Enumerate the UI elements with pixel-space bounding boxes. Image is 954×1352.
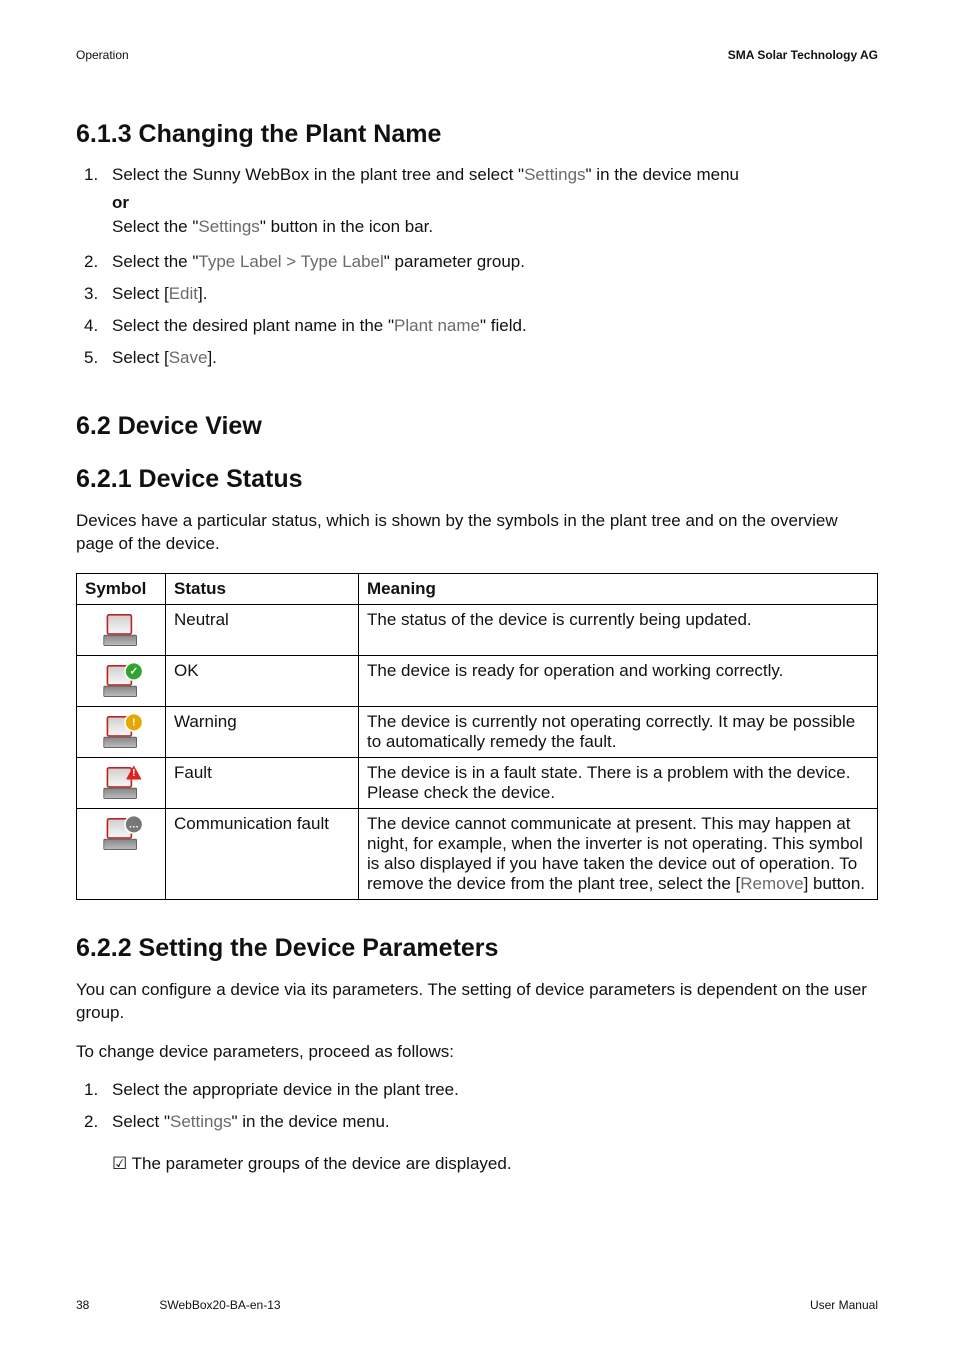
ui-save: Save [169,348,208,367]
step-1-alt: Select the "Settings" button in the icon… [112,215,878,239]
meaning-neutral: The status of the device is currently be… [359,605,878,656]
heading-6-2-2: 6.2.2 Setting the Device Parameters [76,934,878,963]
intro1-6-2-2: You can configure a device via its param… [76,979,878,1025]
step-5-text-b: ]. [207,348,216,367]
page-footer: 38 SWebBox20-BA-en-13 User Manual [76,1274,878,1312]
step-3-text-b: ]. [198,284,207,303]
device-comm-fault-icon: … [103,818,138,850]
step-2-622-a: Select " [112,1112,170,1131]
meaning-warning: The device is currently not operating co… [359,707,878,758]
ui-remove: Remove [740,874,803,893]
step-1-alt-b: " button in the icon bar. [260,217,433,236]
ui-settings-3: Settings [170,1112,231,1131]
step-5: Select [Save]. [76,342,878,374]
step-4-text-a: Select the desired plant name in the " [112,316,394,335]
step-2-622-b: " in the device menu. [231,1112,389,1131]
meaning-fault: The device is in a fault state. There is… [359,758,878,809]
device-ok-icon: ✓ [103,665,138,697]
header-left: Operation [76,48,129,62]
ui-plant-name: Plant name [394,316,480,335]
step-1-text-a: Select the Sunny WebBox in the plant tre… [112,165,524,184]
table-row: Neutral The status of the device is curr… [77,605,878,656]
heading-6-1-3: 6.1.3 Changing the Plant Name [76,120,878,149]
status-comm-fault: Communication fault [166,809,359,900]
result-line: ☑ The parameter groups of the device are… [76,1154,878,1174]
step-4: Select the desired plant name in the "Pl… [76,310,878,342]
heading-6-2-1: 6.2.1 Device Status [76,465,878,494]
ui-settings-1: Settings [524,165,585,184]
result-text: The parameter groups of the device are d… [132,1154,512,1173]
table-row: … Communication fault The device cannot … [77,809,878,900]
page-header: Operation SMA Solar Technology AG [76,48,878,62]
device-fault-icon: ! [103,767,138,799]
status-ok: OK [166,656,359,707]
heading-6-2: 6.2 Device View [76,412,878,441]
th-symbol: Symbol [77,574,166,605]
or-label: or [112,191,878,215]
step-4-text-b: " field. [480,316,527,335]
meaning-comm-fault: The device cannot communicate at present… [359,809,878,900]
step-1-text-b: " in the device menu [586,165,739,184]
steps-6-2-2: Select the appropriate device in the pla… [76,1074,878,1138]
step-3: Select [Edit]. [76,278,878,310]
footer-docid: SWebBox20-BA-en-13 [89,1298,810,1312]
device-neutral-icon [103,614,138,646]
status-warning: Warning [166,707,359,758]
steps-6-1-3: Select the Sunny WebBox in the plant tre… [76,159,878,374]
table-row: ! Fault The device is in a fault state. … [77,758,878,809]
step-1-alt-a: Select the " [112,217,198,236]
status-neutral: Neutral [166,605,359,656]
step-3-text-a: Select [ [112,284,169,303]
header-right: SMA Solar Technology AG [728,48,878,62]
step-1: Select the Sunny WebBox in the plant tre… [76,159,878,246]
step-1-622: Select the appropriate device in the pla… [76,1074,878,1106]
meaning-ok: The device is ready for operation and wo… [359,656,878,707]
step-2-622: Select "Settings" in the device menu. [76,1106,878,1138]
ui-edit: Edit [169,284,198,303]
step-2-text-a: Select the " [112,252,198,271]
th-status: Status [166,574,359,605]
status-fault: Fault [166,758,359,809]
table-row: ✓ OK The device is ready for operation a… [77,656,878,707]
device-status-table: Symbol Status Meaning Neutral The status… [76,573,878,900]
footer-page: 38 [76,1298,89,1312]
device-warning-icon: ! [103,716,138,748]
table-row: ! Warning The device is currently not op… [77,707,878,758]
ui-settings-2: Settings [198,217,259,236]
step-2-text-b: " parameter group. [384,252,525,271]
step-5-text-a: Select [ [112,348,169,367]
step-2: Select the "Type Label > Type Label" par… [76,246,878,278]
th-meaning: Meaning [359,574,878,605]
intro2-6-2-2: To change device parameters, proceed as … [76,1041,878,1064]
ui-type-label: Type Label > Type Label [198,252,383,271]
check-icon: ☑ [112,1154,132,1173]
intro-6-2-1: Devices have a particular status, which … [76,510,878,556]
footer-kind: User Manual [810,1298,878,1312]
meaning-comm-fault-b: ] button. [804,874,865,893]
